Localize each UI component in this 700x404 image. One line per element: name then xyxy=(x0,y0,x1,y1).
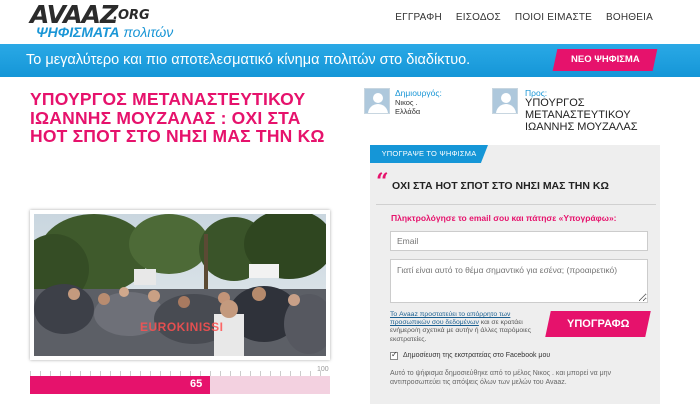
petition-photo: EUROKINISSI xyxy=(30,210,330,360)
avaaz-logo-suffix: .ORG xyxy=(113,8,150,23)
nav-register[interactable]: ΕΓΓΡΑΦΗ xyxy=(388,12,449,23)
signature-count: 65 xyxy=(190,378,203,390)
tagline-text: Το μεγαλύτερο και πιο αποτελεσματικό κίν… xyxy=(26,52,471,68)
nav-about[interactable]: ΠΟΙΟΙ ΕΙΜΑΣΤΕ xyxy=(508,12,599,23)
recipient-name: ΥΠΟΥΡΓΟΣ ΜΕΤΑΝΑΣΤΕΥΤΙΚΟΥ ΙΩΑΝΝΗΣ ΜΟΥΖΑΛΑ… xyxy=(497,97,647,133)
new-petition-button[interactable]: ΝΕΟ ΨΗΦΙΣΜΑ xyxy=(552,49,658,71)
facebook-share-label: Δημοσίευση της εκστρατείας στο Facebook … xyxy=(403,352,551,359)
creator-location: Ελλάδα xyxy=(395,107,421,116)
nav-login[interactable]: ΕΙΣΟΔΟΣ xyxy=(449,12,508,23)
creator-name: Νικος . xyxy=(395,98,418,107)
sign-heading: ΟΧΙ ΣΤΑ ΗΟΤ ΣΠΟΤ ΣΤΟ ΝΗΣΙ ΜΑΣ ΤΗΝ ΚΩ xyxy=(392,180,609,192)
petitions-subtitle-rest: πολιτών xyxy=(119,24,174,40)
nav-help[interactable]: ΒΟΗΘΕΙΑ xyxy=(599,12,660,23)
email-input[interactable] xyxy=(390,231,648,251)
facebook-share-checkbox[interactable] xyxy=(390,350,398,360)
comment-input[interactable] xyxy=(390,259,648,303)
creator-avatar xyxy=(364,88,390,114)
new-petition-label: ΝΕΟ ΨΗΦΙΣΜΑ xyxy=(570,54,640,65)
petitions-subtitle: ΨΗΦΙΣΜΑΤΑ πολιτών xyxy=(36,24,173,40)
signature-progress-fill xyxy=(30,376,210,394)
petition-title: ΥΠΟΥΡΓΟΣ ΜΕΤΑΝΑΣΤΕΥΤΙΚΟΥ ΙΩΑΝΝΗΣ ΜΟΥΖΑΛΑ… xyxy=(30,89,325,146)
top-nav: ΕΓΓΡΑΦΗ ΕΙΣΟΔΟΣ ΠΟΙΟΙ ΕΙΜΑΣΤΕ ΒΟΗΘΕΙΑ xyxy=(388,12,660,23)
sign-button-label: ΥΠΟΓΡΑΦΩ xyxy=(566,318,630,330)
tagline-banner: Το μεγαλύτερο και πιο αποτελεσματικό κίν… xyxy=(0,44,700,77)
protest-photo-image xyxy=(34,214,326,356)
creator-info: Νικος . Ελλάδα xyxy=(395,98,420,116)
petition-disclaimer: Αυτό το ψήφισμα δημοσιεύθηκε από το μέλο… xyxy=(390,370,612,386)
privacy-notice: Το Avaaz προστατεύει το απόρρητο των προ… xyxy=(390,311,545,344)
sign-petition-tab: ΥΠΟΓΡΑΨΕ ΤΟ ΨΗΦΙΣΜΑ xyxy=(370,145,488,163)
quote-icon: “ xyxy=(376,169,389,195)
site-header: AVAAZ .ORG ΨΗΦΙΣΜΑΤΑ πολιτών ΕΓΓΡΑΦΗ ΕΙΣ… xyxy=(0,0,700,44)
creator-label: Δημιουργός: xyxy=(395,88,442,98)
recipient-name-text: ΥΠΟΥΡΓΟΣ ΜΕΤΑΝΑΣΤΕΥΤΙΚΟΥ ΙΩΑΝΝΗΣ ΜΟΥΖΑΛΑ… xyxy=(525,97,638,133)
sign-divider xyxy=(376,204,656,205)
signature-progress-bar: 65 xyxy=(30,376,330,394)
petitions-subtitle-bold: ΨΗΦΙΣΜΑΤΑ xyxy=(36,24,120,40)
email-prompt: Πληκτρολόγησε το email σου και πάτησε «Υ… xyxy=(391,213,617,223)
sign-button[interactable]: ΥΠΟΓΡΑΦΩ xyxy=(545,311,651,337)
photo-watermark: EUROKINISSI xyxy=(140,320,224,334)
